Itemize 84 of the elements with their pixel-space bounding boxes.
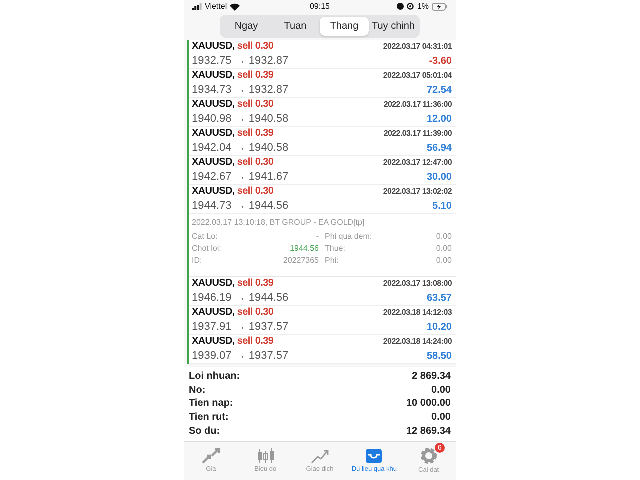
trade-title: XAUUSD, sell 0.30	[192, 99, 274, 110]
arrows-icon	[202, 448, 220, 464]
wifi-icon	[230, 2, 240, 10]
trade-prices: 1942.67 → 1941.67	[192, 170, 289, 182]
detail-value: -	[315, 232, 319, 241]
summary-value: 0.00	[432, 412, 451, 424]
period-tab[interactable]: Ngay	[222, 17, 271, 36]
detail-label: Thue:	[325, 244, 346, 253]
trade-title: XAUUSD, sell 0.39	[192, 70, 274, 81]
detail-label: Phi qua dem:	[325, 232, 372, 241]
trade-time: 2022.03.17 11:39:00	[384, 129, 452, 138]
trade-profit: -3.60	[429, 56, 452, 66]
lock-rotation-icon	[407, 3, 414, 10]
trade-row[interactable]: XAUUSD, sell 0.30 2022.03.17 12:47:00 1942.67 → 1941.67 30.00	[189, 156, 456, 185]
trade-time: 2022.03.18 14:12:03	[383, 308, 452, 317]
trade-row[interactable]: XAUUSD, sell 0.30 2022.03.17 11:36:00 1940.98 → 1940.58 12.00	[189, 98, 456, 127]
trade-row[interactable]: XAUUSD, sell 0.30 2022.03.17 13:02:02 1944.73 → 1944.56 5.10	[189, 185, 456, 214]
settings-icon	[420, 447, 438, 466]
trade-prices: 1946.19 → 1944.56	[192, 292, 289, 304]
trade-title: XAUUSD, sell 0.39	[192, 278, 274, 289]
trade-prices: 1939.07 → 1937.57	[192, 350, 289, 362]
summary-label: Tien rut:	[189, 412, 229, 424]
trade-row[interactable]: XAUUSD, sell 0.39 2022.03.18 14:24:00 1939.07 → 1937.57 58.50	[189, 335, 456, 364]
trade-row[interactable]: XAUUSD, sell 0.39 2022.03.17 11:39:00 1942.04 → 1940.58 56.94	[189, 127, 456, 156]
battery-icon	[432, 2, 448, 10]
trend-chart-icon	[311, 448, 330, 464]
period-tab[interactable]: Thang	[320, 17, 369, 36]
summary-label: So du:	[189, 426, 220, 437]
period-tab[interactable]: Tuan	[271, 17, 320, 36]
period-tab[interactable]: Tuy chinh	[369, 17, 418, 36]
candlestick-icon	[256, 448, 275, 464]
trade-time: 2022.03.17 04:31:01	[383, 42, 452, 51]
trade-profit: 5.10	[432, 200, 452, 212]
detail-value: 1944.56	[289, 244, 319, 253]
trade-title: XAUUSD, sell 0.30	[192, 41, 274, 52]
summary-label: No:	[189, 384, 206, 396]
trade-profit: 56.94	[426, 142, 452, 154]
trade-title: XAUUSD, sell 0.30	[192, 157, 274, 168]
trade-prices: 1934.73 → 1932.87	[192, 84, 289, 96]
clock-time: 09:15	[310, 2, 330, 11]
carrier-name: Viettel	[205, 2, 228, 11]
alarm-icon	[397, 3, 404, 10]
trade-profit: 63.57	[426, 292, 452, 304]
detail-label: ID:	[192, 256, 202, 265]
summary-label: Tien nap:	[189, 398, 234, 410]
detail-value: 0.00	[435, 232, 452, 241]
trade-prices: 1944.73 → 1944.56	[192, 200, 289, 212]
trade-title: XAUUSD, sell 0.39	[192, 336, 274, 347]
detail-label: Phi:	[325, 256, 339, 265]
trade-profit: 72.54	[426, 84, 452, 96]
summary-value: 0.00	[432, 384, 451, 396]
signal-icon	[192, 3, 202, 10]
trade-prices: 1932.75 → 1932.87	[192, 54, 289, 66]
trade-title: XAUUSD, sell 0.39	[192, 128, 274, 139]
trade-time: 2022.03.17 05:01:04	[383, 71, 452, 80]
trade-profit: 10.20	[426, 322, 452, 332]
trade-row[interactable]: XAUUSD, sell 0.39 2022.03.17 13:08:00 1946.19 → 1944.56 63.57	[189, 277, 456, 306]
trade-row[interactable]: XAUUSD, sell 0.30 2022.03.18 14:12:03 1937.91 → 1937.57 10.20	[189, 306, 456, 335]
summary-value: 2 869.34	[412, 371, 451, 382]
trade-title: XAUUSD, sell 0.30	[192, 307, 274, 318]
summary-value: 12 869.34	[406, 426, 451, 437]
detail-value: 0.00	[435, 244, 452, 253]
trade-profit: 58.50	[426, 350, 452, 362]
detail-value: 20227365	[282, 256, 319, 265]
trade-time: 2022.03.18 14:24:00	[383, 337, 452, 346]
trade-title: XAUUSD, sell 0.30	[192, 186, 274, 197]
trade-time: 2022.03.17 13:08:00	[383, 279, 452, 288]
trade-prices: 1942.04 → 1940.58	[192, 142, 289, 154]
detail-value: 0.00	[435, 256, 452, 265]
trade-time: 2022.03.17 12:47:00	[383, 158, 452, 167]
trade-profit: 30.00	[426, 172, 452, 182]
detail-label: Chot loi:	[192, 244, 222, 253]
detail-header: 2022.03.17 13:10:18, BT GROUP - EA GOLD[tp]	[192, 218, 366, 227]
trade-profit: 12.00	[426, 114, 452, 124]
battery-percent: 1%	[417, 2, 429, 11]
trade-time: 2022.03.17 11:36:00	[384, 100, 452, 109]
detail-label: Cat Lo:	[192, 232, 218, 241]
summary-value: 10 000.00	[406, 398, 451, 410]
trade-time: 2022.03.17 13:02:02	[383, 187, 452, 196]
trade-row[interactable]: XAUUSD, sell 0.39 2022.03.17 05:01:04 1934.73 → 1932.87 72.54	[189, 69, 456, 98]
inbox-icon	[365, 448, 384, 464]
summary-label: Loi nhuan:	[189, 371, 240, 382]
trade-prices: 1940.98 → 1940.58	[192, 112, 289, 124]
trade-prices: 1937.91 → 1937.57	[192, 320, 289, 332]
